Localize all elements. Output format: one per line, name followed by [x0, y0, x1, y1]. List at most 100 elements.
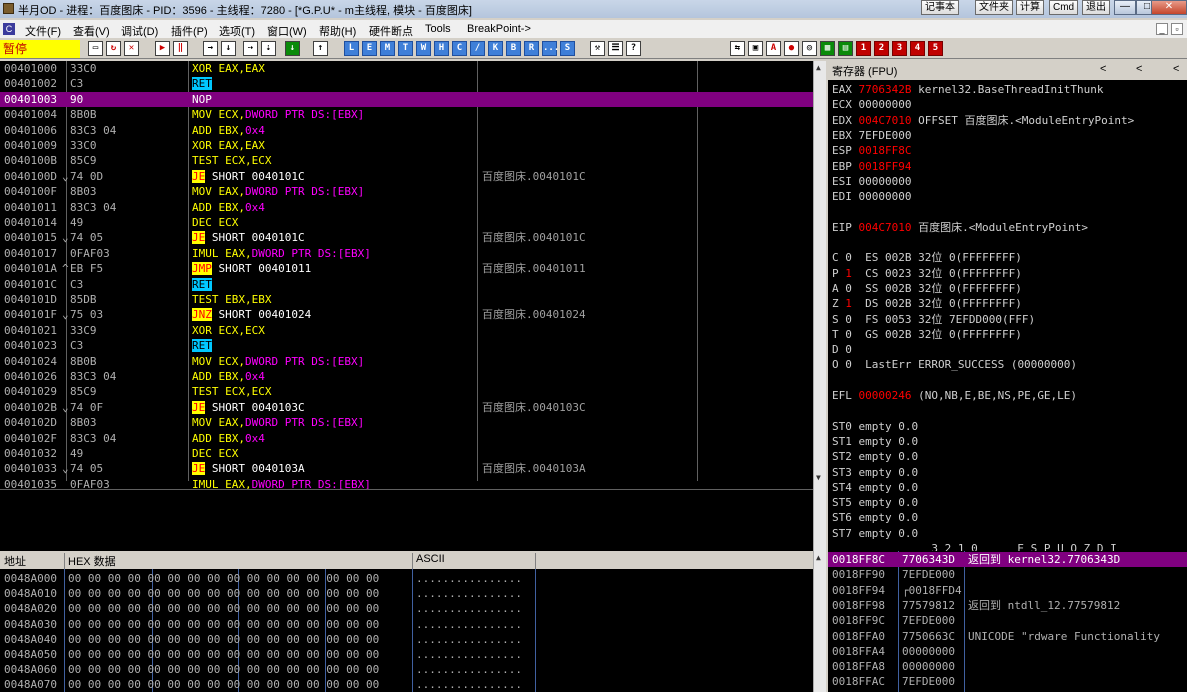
register-line[interactable]: EDI 00000000	[832, 189, 911, 204]
register-line[interactable]: ST0 empty 0.0	[832, 419, 918, 434]
mdi-minimize-icon[interactable]: _	[1156, 23, 1168, 35]
disasm-row[interactable]: 00401026 83C3 04 ADD EBX,0x4	[0, 369, 813, 384]
wrench-icon[interactable]: ⚒	[590, 41, 605, 56]
open-icon[interactable]: ▭	[88, 41, 103, 56]
menu-hw-breakpoint[interactable]: 硬件断点	[369, 23, 413, 39]
list-icon[interactable]: ☰	[608, 41, 623, 56]
call-stack-button[interactable]: K	[488, 41, 503, 56]
stack-row[interactable]: 0018FF90 7EFDE000	[828, 567, 1187, 582]
menu-debug[interactable]: 调试(D)	[121, 23, 158, 39]
register-line[interactable]: ST5 empty 0.0	[832, 495, 918, 510]
register-value[interactable]: 0018FF8C	[859, 144, 912, 157]
notepad-button[interactable]: 记事本	[921, 0, 959, 15]
register-line[interactable]: O 0 LastErr ERROR_SUCCESS (00000000)	[832, 357, 1077, 372]
dump-row[interactable]: 0048A010 00 00 00 00 00 00 00 00 00 00 00…	[0, 586, 813, 601]
register-line[interactable]: EIP 004C7010 百度图床.<ModuleEntryPoint>	[832, 220, 1088, 235]
restart-icon[interactable]: ↻	[106, 41, 121, 56]
mdi-restore-icon[interactable]: ▫	[1171, 23, 1183, 35]
windows-button[interactable]: W	[416, 41, 431, 56]
calc-button[interactable]: 计算	[1016, 0, 1044, 15]
cpu-button[interactable]: C	[452, 41, 467, 56]
register-line[interactable]: ESI 00000000	[832, 174, 911, 189]
hex-dump-pane[interactable]: 地址 HEX 数据 ASCII 0048A000 00 00 00 00 00 0…	[0, 551, 826, 692]
disasm-row[interactable]: 00401009 33C0 XOR EAX,EAX	[0, 138, 813, 153]
dump-col-address[interactable]: 地址	[4, 553, 26, 569]
menu-file[interactable]: 文件(F)	[25, 23, 61, 39]
register-value[interactable]: 0	[845, 251, 852, 264]
menu-plugins[interactable]: 插件(P)	[171, 23, 208, 39]
disasm-row[interactable]: 0040101A ^ EB F5 JMP SHORT 00401011 百度图床.004…	[0, 261, 813, 276]
dump-col-hex[interactable]: HEX 数据	[68, 553, 116, 569]
register-value[interactable]: 00000000	[859, 98, 912, 111]
disasm-row[interactable]: 00401011 83C3 04 ADD EBX,0x4	[0, 200, 813, 215]
registers-prev-arrow[interactable]: <	[1136, 63, 1142, 75]
menu-tools[interactable]: Tools	[425, 23, 451, 35]
plugin-icon-3[interactable]: A	[766, 41, 781, 56]
dump-scrollbar[interactable]: ▲	[813, 551, 826, 692]
plugin-icon-6[interactable]: ▦	[820, 41, 835, 56]
plugin-icon-4[interactable]: ●	[784, 41, 799, 56]
disasm-row[interactable]: 0040100F 8B03 MOV EAX,DWORD PTR DS:[EBX]	[0, 184, 813, 199]
registers-header[interactable]: 寄存器 (FPU) < < <	[828, 61, 1187, 80]
disasm-row[interactable]: 00401015 ⌄ 74 05 JE SHORT 0040101C 百度图床.0040…	[0, 230, 813, 245]
memory-button[interactable]: M	[380, 41, 395, 56]
register-value[interactable]: 0	[845, 358, 852, 371]
disasm-row[interactable]: 00401023 C3 RET	[0, 338, 813, 353]
menu-options[interactable]: 选项(T)	[219, 23, 255, 39]
bookmark-1-button[interactable]: 1	[856, 41, 871, 56]
plugin-icon-2[interactable]: ▣	[748, 41, 763, 56]
dump-row[interactable]: 0048A020 00 00 00 00 00 00 00 00 00 00 00…	[0, 601, 813, 616]
plugin-icon-1[interactable]: ⇆	[730, 41, 745, 56]
register-line[interactable]: ST3 empty 0.0	[832, 465, 918, 480]
trace-into-icon[interactable]: ⇢	[243, 41, 258, 56]
register-line[interactable]: ESP 0018FF8C	[832, 143, 911, 158]
register-line[interactable]: P 1 CS 0023 32位 0(FFFFFFFF)	[832, 266, 1022, 281]
register-line[interactable]: EBP 0018FF94	[832, 159, 911, 174]
register-value[interactable]: 0018FF94	[859, 160, 912, 173]
stack-row[interactable]: 0018FF8C 7706343D 返回到 kernel32.7706343D	[828, 552, 1187, 568]
disasm-row[interactable]: 00401021 33C9 XOR ECX,ECX	[0, 323, 813, 338]
register-line[interactable]: D 0	[832, 342, 852, 357]
dump-row[interactable]: 0048A050 00 00 00 00 00 00 00 00 00 00 00…	[0, 647, 813, 662]
registers-pane[interactable]: 寄存器 (FPU) < < < EAX 7706342B kernel32.Ba…	[828, 61, 1187, 551]
run-trace-button[interactable]: ...	[542, 41, 559, 56]
plugin-icon-7[interactable]: ▤	[838, 41, 853, 56]
pause-icon[interactable]: ‖	[173, 41, 188, 56]
folder-button[interactable]: 文件夹	[975, 0, 1013, 15]
register-line[interactable]: EBX 7EFDE000	[832, 128, 911, 143]
register-line[interactable]: S 0 FS 0053 32位 7EFDD000(FFF)	[832, 312, 1035, 327]
minimize-icon[interactable]: —	[1114, 0, 1136, 15]
menu-view[interactable]: 查看(V)	[73, 23, 110, 39]
breakpoints-button[interactable]: B	[506, 41, 521, 56]
dump-row[interactable]: 0048A000 00 00 00 00 00 00 00 00 00 00 00…	[0, 571, 813, 586]
disasm-row[interactable]: 00401032 49 DEC ECX	[0, 446, 813, 461]
modules-button[interactable]: E	[362, 41, 377, 56]
stack-pane[interactable]: 0018FF8C 7706343D 返回到 kernel32.7706343D 001…	[828, 551, 1187, 692]
exit-button[interactable]: 退出	[1082, 0, 1110, 15]
plugin-icon-5[interactable]: ◎	[802, 41, 817, 56]
disasm-row[interactable]: 0040101C C3 RET	[0, 277, 813, 292]
register-line[interactable]: EDX 004C7010 OFFSET 百度图床.<ModuleEntryPoi…	[832, 113, 1134, 128]
register-line[interactable]: ST1 empty 0.0	[832, 434, 918, 449]
register-line[interactable]: ST7 empty 0.0	[832, 526, 918, 541]
bookmark-2-button[interactable]: 2	[874, 41, 889, 56]
disasm-row[interactable]: 00401033 ⌄ 74 05 JE SHORT 0040103A 百度图床.0040…	[0, 461, 813, 476]
stack-row[interactable]: 0018FF9C 7EFDE000	[828, 613, 1187, 628]
disasm-row[interactable]: 00401006 83C3 04 ADD EBX,0x4	[0, 123, 813, 138]
log-window-button[interactable]: L	[344, 41, 359, 56]
cmd-button[interactable]: Cmd	[1049, 0, 1079, 15]
register-line[interactable]: ST6 empty 0.0	[832, 510, 918, 525]
disasm-row[interactable]: 0040101F ⌄ 75 03 JNZ SHORT 00401024 百度图床.004…	[0, 307, 813, 322]
menu-breakpoint[interactable]: BreakPoint->	[467, 23, 531, 35]
references-button[interactable]: R	[524, 41, 539, 56]
dump-row[interactable]: 0048A060 00 00 00 00 00 00 00 00 00 00 00…	[0, 662, 813, 677]
register-line[interactable]: ECX 00000000	[832, 97, 911, 112]
register-value[interactable]: 7EFDE000	[859, 129, 912, 142]
register-value[interactable]: 0	[845, 282, 852, 295]
cpu-window-icon[interactable]: C	[3, 23, 15, 35]
menu-help[interactable]: 帮助(H)	[319, 23, 356, 39]
dump-row[interactable]: 0048A030 00 00 00 00 00 00 00 00 00 00 00…	[0, 617, 813, 632]
disasm-row[interactable]: 00401003 90 NOP	[0, 91, 813, 108]
stack-row[interactable]: 0018FFAC 7EFDE000	[828, 674, 1187, 689]
disasm-row[interactable]: 00401017 0FAF03 IMUL EAX,DWORD PTR DS:[EBX…	[0, 246, 813, 261]
